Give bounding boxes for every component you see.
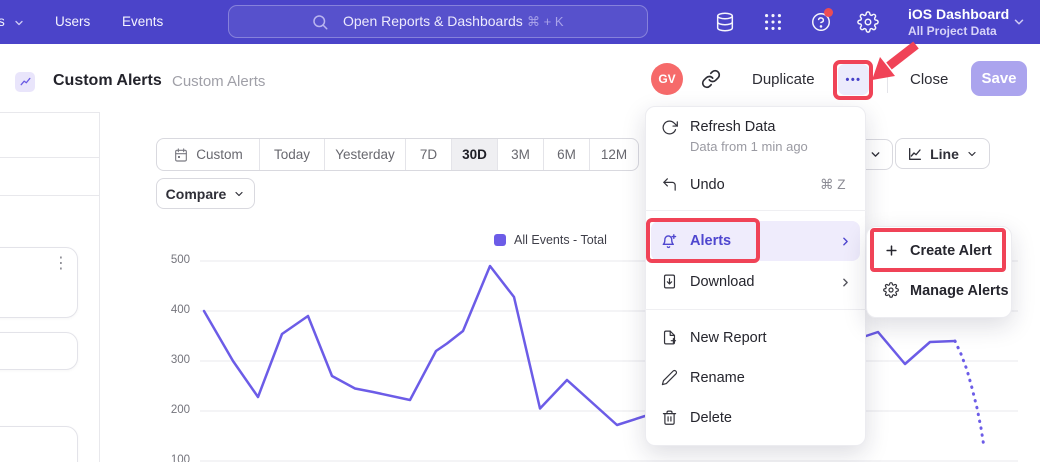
menu-divider (645, 210, 866, 211)
data-icon[interactable] (714, 11, 736, 33)
app-root: 500 400 300 200 100 All Events - Total ⋮ Cus… (0, 0, 1040, 462)
menu-item-refresh[interactable]: Refresh Data (690, 119, 775, 135)
search-input[interactable] (341, 12, 545, 30)
chevron-down-icon (13, 17, 25, 29)
pencil-icon (661, 369, 678, 386)
line-chart-icon (907, 146, 923, 162)
query-card[interactable] (0, 332, 78, 370)
y-tick-label: 500 (158, 254, 190, 266)
legend-series-label: All Events - Total (514, 233, 607, 247)
date-range-control: Custom Today Yesterday 7D 30D 3M 6M 12M (156, 138, 639, 171)
download-icon (661, 273, 678, 290)
query-card[interactable]: ⋮ (0, 247, 78, 318)
chevron-down-icon (1012, 15, 1026, 29)
menu-item-undo[interactable]: Undo (690, 177, 725, 193)
kebab-menu-icon[interactable]: ⋮ (53, 256, 69, 272)
search-icon (311, 13, 329, 31)
y-tick-label: 100 (158, 454, 190, 462)
notification-dot (824, 8, 833, 17)
help-icon[interactable] (810, 11, 832, 33)
legend-swatch (494, 234, 506, 246)
search-shortcut: ⌘ + K (527, 14, 564, 30)
menu-item-alerts[interactable] (651, 221, 860, 261)
menu-item-new-report[interactable]: New Report (690, 330, 767, 346)
query-card[interactable] (0, 426, 78, 462)
calendar-icon (173, 147, 189, 163)
compare-button[interactable]: Compare (156, 178, 255, 209)
menu-refresh-subtitle: Data from 1 min ago (690, 139, 808, 154)
date-range-today[interactable]: Today (259, 139, 324, 170)
nav-item-users[interactable]: Users (55, 14, 90, 29)
trash-icon (661, 409, 678, 426)
chart-type-button[interactable]: Line (895, 138, 990, 169)
menu-item-download[interactable]: Download (690, 274, 755, 290)
chevron-down-icon (233, 188, 245, 200)
top-nav: s Users Events ⌘ + K (0, 0, 1040, 44)
chevron-down-icon (966, 148, 978, 160)
chevron-right-icon (839, 276, 852, 289)
date-range-3m[interactable]: 3M (497, 139, 543, 170)
project-subtitle: All Project Data (908, 24, 997, 38)
global-search[interactable]: ⌘ + K (228, 5, 648, 38)
gear-icon (883, 282, 899, 298)
date-range-7d[interactable]: 7D (405, 139, 451, 170)
bell-plus-icon (660, 233, 677, 250)
alerts-label: Alerts (690, 233, 731, 249)
project-switcher[interactable]: iOS Dashboard All Project Data (908, 0, 1038, 44)
chevron-down-icon (869, 148, 882, 161)
more-actions-menu (645, 106, 866, 446)
y-tick-label: 400 (158, 304, 190, 316)
undo-icon (661, 176, 678, 193)
dashboard-title: iOS Dashboard (908, 6, 1009, 22)
date-range-label: Custom (196, 139, 243, 170)
nav-item-events[interactable]: Events (122, 14, 163, 29)
menu-item-rename[interactable]: Rename (690, 370, 745, 386)
menu-item-delete[interactable]: Delete (690, 410, 732, 426)
date-range-yesterday[interactable]: Yesterday (324, 139, 405, 170)
menu-divider (645, 309, 866, 310)
plus-icon (884, 243, 899, 258)
date-range-custom[interactable]: Custom (157, 139, 259, 170)
undo-shortcut: ⌘ Z (820, 177, 846, 193)
date-range-30d[interactable]: 30D (451, 139, 497, 170)
nav-item-partial[interactable]: s (0, 14, 5, 29)
refresh-icon (661, 119, 678, 136)
alerts-submenu (866, 226, 1012, 318)
submenu-item-manage-alerts[interactable]: Manage Alerts (910, 283, 1009, 299)
settings-icon[interactable] (857, 11, 879, 33)
chevron-right-icon (839, 235, 852, 248)
date-range-12m[interactable]: 12M (589, 139, 638, 170)
y-tick-label: 300 (158, 354, 190, 366)
file-plus-icon (661, 329, 678, 346)
submenu-item-create-alert[interactable]: Create Alert (910, 243, 992, 259)
chart-legend[interactable]: All Events - Total (494, 233, 607, 247)
compare-label: Compare (166, 186, 227, 202)
apps-grid-icon[interactable] (762, 11, 784, 33)
y-tick-label: 200 (158, 404, 190, 416)
chart-type-label: Line (930, 146, 959, 162)
date-range-6m[interactable]: 6M (543, 139, 589, 170)
